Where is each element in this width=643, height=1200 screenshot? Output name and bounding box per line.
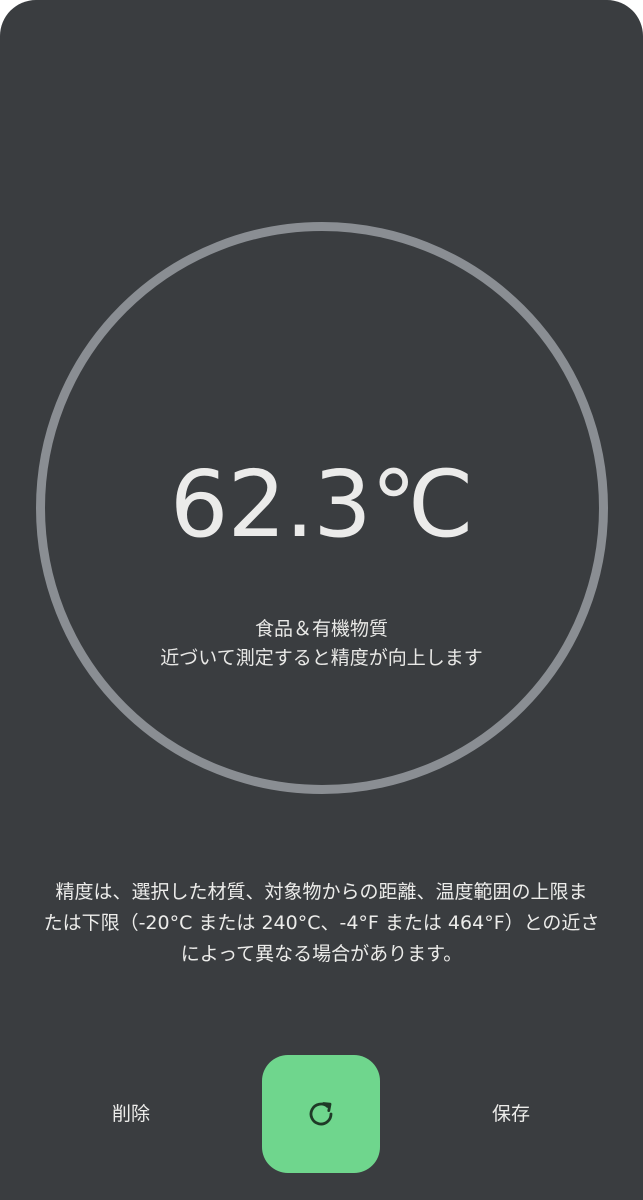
disclaimer-line: たは下限（-20°C または 240°C、-4°F または 464°F）との近さ [43,912,600,934]
disclaimer-line: 精度は、選択した材質、対象物からの距離、温度範囲の上限ま [55,881,588,903]
accuracy-disclaimer: 精度は、選択した材質、対象物からの距離、温度範囲の上限ま たは下限（-20°C … [30,877,613,970]
thermometer-screen: 62.3℃ 食品＆有機物質 近づいて測定すると精度が向上します 精度は、選択した… [0,0,643,1200]
material-label: 食品＆有機物質 [254,618,388,640]
delete-button[interactable]: 削除 [71,1097,191,1131]
accuracy-hint: 近づいて測定すると精度が向上します [160,647,483,669]
refresh-icon [309,1102,333,1126]
refresh-button[interactable] [262,1055,380,1173]
temperature-reading: 62.3℃ [169,451,474,558]
save-button[interactable]: 保存 [451,1097,571,1131]
disclaimer-line: によって異なる場合があります。 [180,943,463,965]
